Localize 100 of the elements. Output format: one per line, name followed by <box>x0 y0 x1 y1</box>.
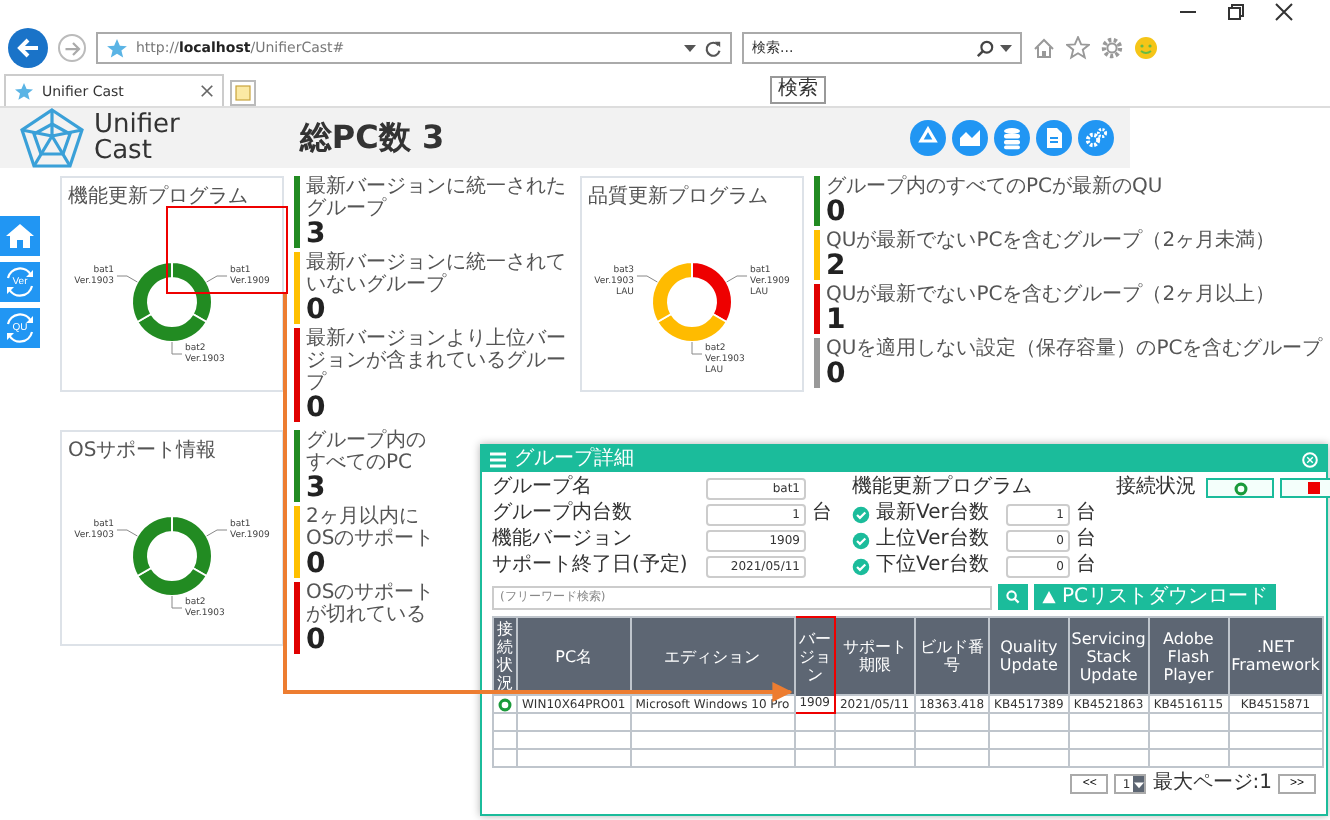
stat-value: 1 <box>826 306 848 334</box>
leader-line <box>691 341 703 355</box>
back-button[interactable] <box>8 28 48 68</box>
stat-label: 最新バージョンより上位バージョンが含まれているグループ <box>306 328 568 394</box>
column-header: Adobe Flash Player <box>1148 617 1229 695</box>
gears-icon <box>1084 126 1108 150</box>
tooltip: 検索 <box>770 76 826 104</box>
field-label: 上位Ver台数 <box>876 530 991 550</box>
column-header: バージョン <box>794 617 835 695</box>
leader-line <box>636 275 658 283</box>
circular-arrows-icon <box>2 310 38 346</box>
caret-icon[interactable] <box>684 42 696 54</box>
card-title: 品質更新プログラム <box>586 183 770 212</box>
unit-label: 台 <box>812 504 832 524</box>
check-circle-icon <box>852 505 870 523</box>
check-circle-icon <box>852 531 870 549</box>
grid-icon <box>490 451 506 467</box>
caret-icon[interactable] <box>1000 42 1012 54</box>
new-tab-icon[interactable] <box>230 80 256 106</box>
leader-line <box>171 595 183 609</box>
search-icon <box>1006 590 1020 604</box>
field-label: 接続状況 <box>1116 478 1198 498</box>
stat-value: 0 <box>306 394 328 422</box>
leader-line <box>206 529 228 537</box>
stat-label: 2ヶ月以内にOSのサポート <box>306 506 437 550</box>
filter-button[interactable] <box>1280 478 1330 498</box>
section-label: 機能更新プログラム <box>852 478 1034 498</box>
leader-line <box>206 275 228 283</box>
close-icon[interactable] <box>200 84 214 98</box>
arrow-left-icon <box>16 36 40 60</box>
column-header: Quality Update <box>989 617 1069 695</box>
stat-label: グループ内のすべてのPCが最新のQU <box>826 176 1163 198</box>
spider-web-logo <box>16 106 88 170</box>
unit-label: 台 <box>1076 556 1096 576</box>
caret-icon <box>1134 779 1145 789</box>
field-label: グループ名 <box>492 478 594 498</box>
refresh-icon[interactable] <box>704 39 722 57</box>
smiley-icon[interactable] <box>1134 36 1158 60</box>
logo-text: Unifier <box>94 112 180 138</box>
area-chart-icon <box>958 126 982 150</box>
circular-arrows-icon <box>2 264 38 300</box>
field-label: 機能バージョン <box>492 530 634 550</box>
settings-button[interactable] <box>1078 120 1114 156</box>
stat-label: 最新バージョンに統一されていないグループ <box>306 252 568 296</box>
document-button[interactable] <box>1036 120 1072 156</box>
filter-button[interactable] <box>1206 478 1274 498</box>
chart-button[interactable] <box>952 120 988 156</box>
stat-value: 0 <box>306 550 328 578</box>
stat-value: 0 <box>826 360 848 388</box>
logo-text: Cast <box>94 138 154 164</box>
stat-label: 最新バージョンに統一されたグループ <box>306 176 568 220</box>
column-header: ビルド番号 <box>914 617 990 695</box>
stat-label: QUを適用しない設定（保存容量）のPCを含むグループ <box>826 338 1323 360</box>
page-title: 総PC数 3 <box>299 117 445 159</box>
database-button[interactable] <box>994 120 1030 156</box>
star-icon <box>14 81 34 101</box>
ring-icon <box>1233 481 1247 495</box>
column-header: エディション <box>630 617 795 695</box>
square-icon <box>1308 482 1320 494</box>
field-label: 最新Ver台数 <box>876 504 991 524</box>
leader-line <box>116 529 138 537</box>
card-title: OSサポート情報 <box>66 437 219 466</box>
leader-line <box>116 275 138 283</box>
stat-label: QUが最新でないPCを含むグループ（2ヶ月未満） <box>826 230 1276 252</box>
star-icon <box>106 37 128 59</box>
column-header: PC名 <box>517 617 631 695</box>
field-label: サポート終了日(予定) <box>492 556 690 576</box>
unit-label: 台 <box>1076 530 1096 550</box>
stat-value: 0 <box>306 296 326 324</box>
settings-icon[interactable] <box>1100 36 1124 60</box>
dialog-title: グループ詳細 <box>514 449 634 469</box>
stat-value: 2 <box>826 252 848 280</box>
field-label: グループ内台数 <box>492 504 634 524</box>
stat-label: OSのサポートが切れている <box>306 582 437 626</box>
column-header: サポート期限 <box>834 617 915 695</box>
forward-button[interactable] <box>58 34 86 62</box>
stat-label: グループ内のすべてのPC <box>306 430 428 474</box>
stat-value: 0 <box>306 626 328 654</box>
check-circle-icon <box>852 557 870 575</box>
search-button[interactable] <box>998 584 1028 610</box>
restore-icon[interactable] <box>1226 2 1246 22</box>
search-icon[interactable] <box>976 39 994 57</box>
page-info: 最大ページ:1 <box>1152 774 1272 794</box>
column-header: 接続状況 <box>493 617 517 695</box>
warning-icon <box>1042 590 1056 604</box>
close-icon[interactable] <box>1274 2 1294 22</box>
leader-line <box>171 341 183 355</box>
star-icon[interactable] <box>1066 36 1090 60</box>
database-icon <box>1000 126 1024 150</box>
arrow-right-icon <box>63 39 81 57</box>
leader-line <box>726 275 748 283</box>
card-title: 機能更新プログラム <box>66 183 250 212</box>
stat-value: 0 <box>826 198 848 226</box>
sidebar-button[interactable] <box>0 216 40 256</box>
home-icon <box>4 220 36 252</box>
unit-label: 台 <box>1076 504 1096 524</box>
home-icon[interactable] <box>1032 36 1056 60</box>
document-icon <box>1042 126 1066 150</box>
stat-value: 3 <box>306 474 328 502</box>
column-header: Servicing Stack Update <box>1068 617 1149 695</box>
